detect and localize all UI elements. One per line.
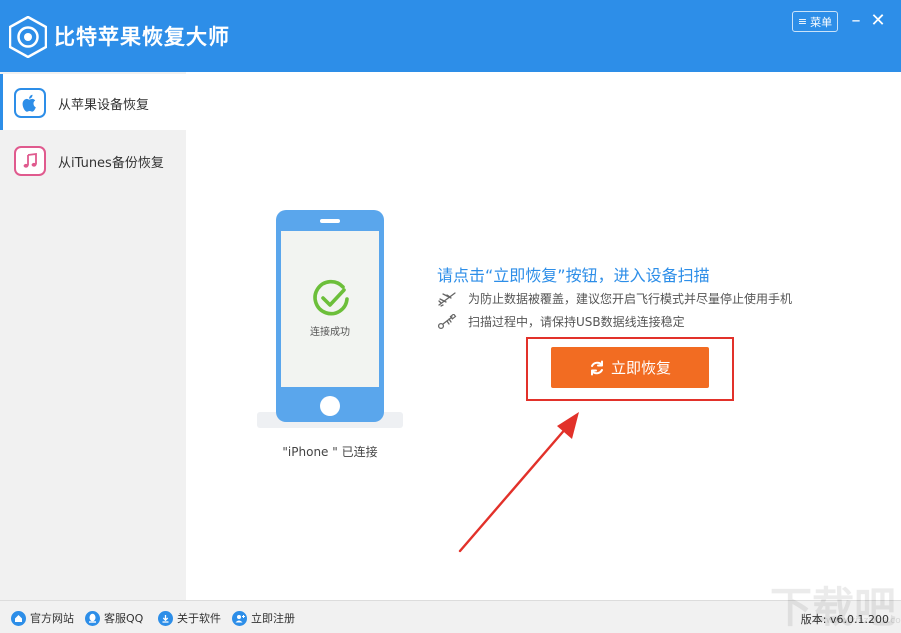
tip-text: 扫描过程中，请保持USB数据线连接稳定 <box>468 315 685 329</box>
usb-icon <box>437 313 457 329</box>
about-software-link[interactable]: 关于软件 <box>158 610 221 626</box>
status-bar: 官方网站 客服QQ 关于软件 立即注册 版本: v6.0.1.200 <box>0 600 901 633</box>
sidebar-item-label: 从iTunes备份恢复 <box>58 156 164 171</box>
sidebar-item-label: 从苹果设备恢复 <box>58 98 150 113</box>
phone-illustration: 连接成功 <box>276 210 384 422</box>
menu-button-label: 菜单 <box>810 15 833 29</box>
hamburger-icon: ≡ <box>797 15 808 28</box>
sidebar: 从苹果设备恢复 从iTunes备份恢复 <box>0 72 186 600</box>
app-logo-icon <box>9 16 47 58</box>
status-link-label: 立即注册 <box>251 612 295 625</box>
qq-icon <box>85 610 100 626</box>
menu-button[interactable]: ≡ 菜单 <box>792 11 838 32</box>
app-title: 比特苹果恢复大师 <box>54 25 230 49</box>
support-qq-link[interactable]: 客服QQ <box>85 610 143 626</box>
sidebar-item-itunes-recovery[interactable]: 从iTunes备份恢复 <box>0 132 186 188</box>
tip-usb: 扫描过程中，请保持USB数据线连接稳定 <box>437 313 685 330</box>
close-button[interactable]: ✕ <box>868 10 888 32</box>
instruction-heading: 请点击“立即恢复”按钮，进入设备扫描 <box>437 266 710 285</box>
status-link-label: 官方网站 <box>30 612 74 625</box>
phone-speaker <box>320 219 340 223</box>
apple-icon <box>14 88 46 118</box>
register-link[interactable]: 立即注册 <box>232 610 295 626</box>
download-icon <box>158 610 173 626</box>
title-bar: 比特苹果恢复大师 ≡ 菜单 – ✕ <box>0 0 901 72</box>
home-icon <box>11 610 26 626</box>
check-circle-icon <box>313 279 349 316</box>
tip-airplane: 为防止数据被覆盖，建议您开启飞行模式并尽量停止使用手机 <box>437 290 792 307</box>
tip-text: 为防止数据被覆盖，建议您开启飞行模式并尽量停止使用手机 <box>468 292 793 306</box>
user-add-icon <box>232 610 247 626</box>
refresh-icon <box>590 360 603 375</box>
phone-screen: 连接成功 <box>281 231 379 387</box>
connect-success-text: 连接成功 <box>310 327 350 338</box>
recover-now-button[interactable]: 立即恢复 <box>551 347 709 388</box>
phone-home-button <box>320 396 340 416</box>
minimize-button[interactable]: – <box>846 10 866 32</box>
red-arrow-icon <box>458 412 579 553</box>
music-note-icon <box>14 146 46 176</box>
official-site-link[interactable]: 官方网站 <box>11 610 74 626</box>
airplane-icon <box>438 291 456 307</box>
watermark-url: www.xiazaiba.com <box>826 616 901 626</box>
recover-button-label: 立即恢复 <box>610 359 671 377</box>
sidebar-item-device-recovery[interactable]: 从苹果设备恢复 <box>0 74 186 130</box>
status-link-label: 客服QQ <box>104 612 144 625</box>
device-status-text: "iPhone " 已连接 <box>282 445 378 459</box>
status-link-label: 关于软件 <box>177 612 221 625</box>
